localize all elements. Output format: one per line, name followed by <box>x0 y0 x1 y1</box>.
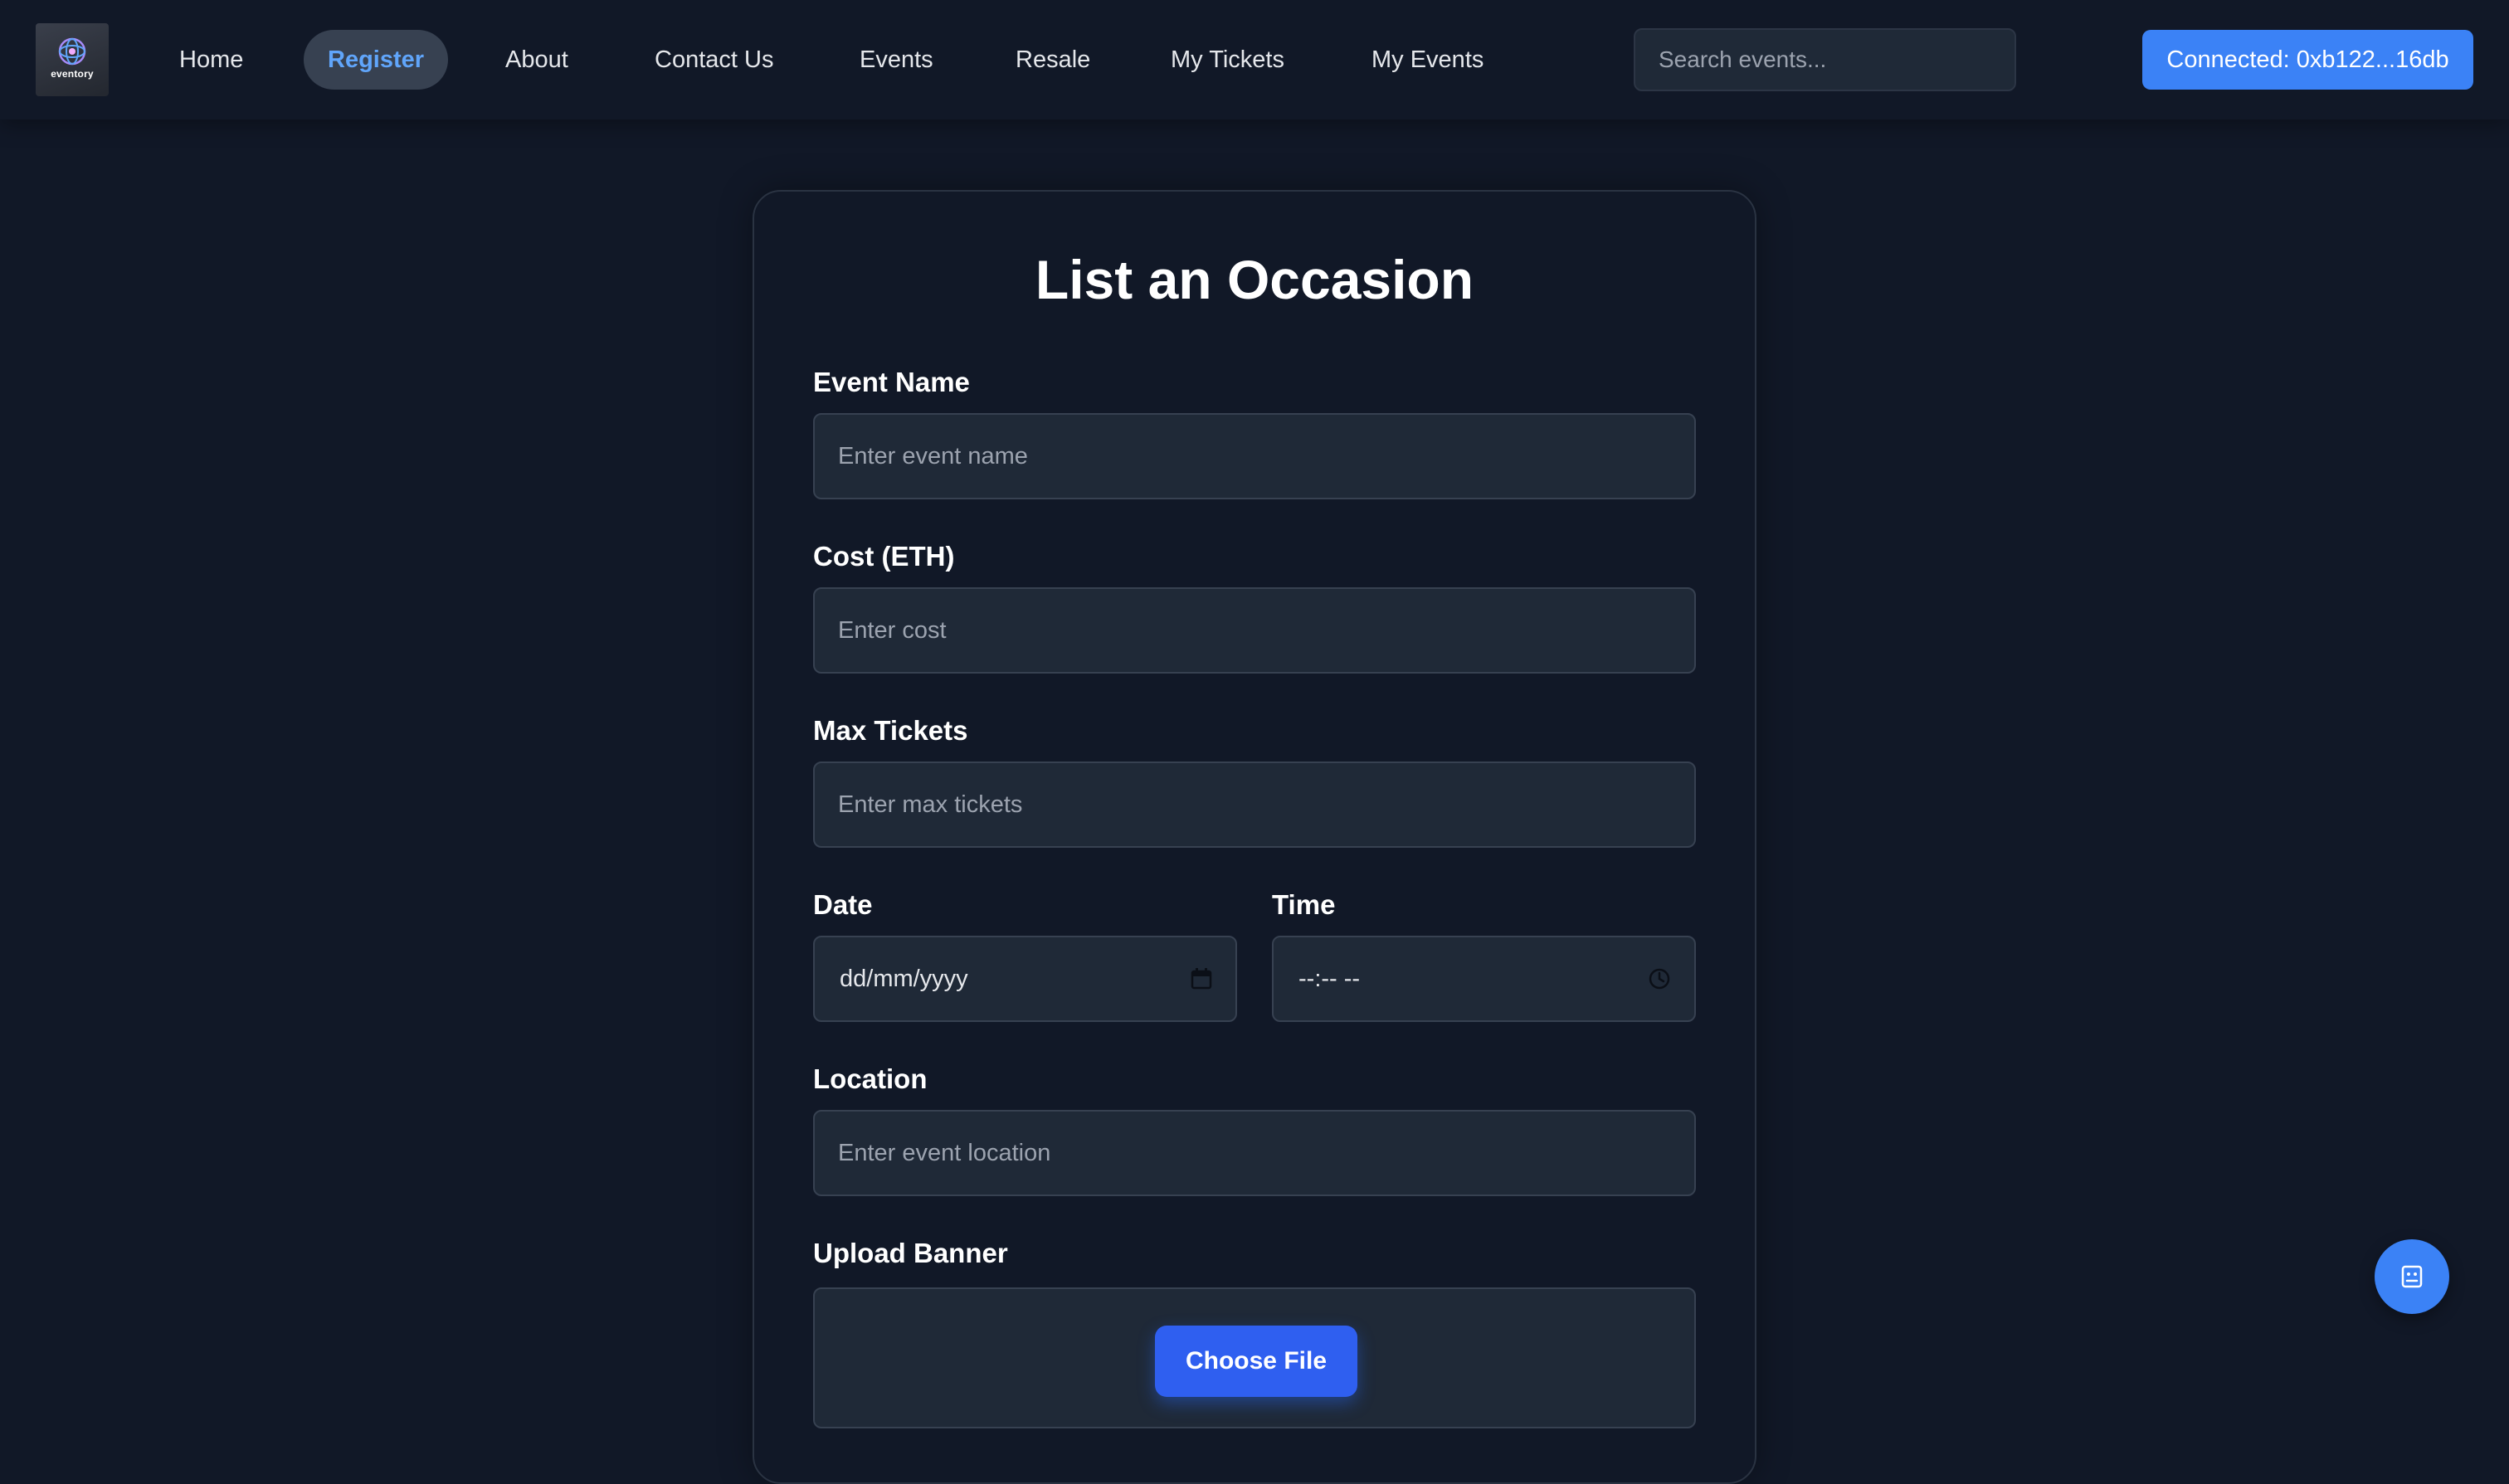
cost-label: Cost (ETH) <box>813 541 955 572</box>
date-input[interactable]: dd/mm/yyyy <box>813 936 1237 1022</box>
time-value: --:-- -- <box>1298 966 1361 992</box>
location-input[interactable] <box>813 1110 1696 1196</box>
nav-about[interactable]: About <box>505 30 568 90</box>
globe-icon <box>58 37 86 66</box>
calendar-icon[interactable] <box>1191 967 1212 990</box>
page-title: List an Occasion <box>1035 249 1474 310</box>
upload-banner-label: Upload Banner <box>813 1238 1008 1268</box>
chat-fab-button[interactable] <box>2375 1239 2449 1314</box>
max-tickets-label: Max Tickets <box>813 715 968 746</box>
event-name-input[interactable] <box>813 413 1696 499</box>
upload-banner-dropzone[interactable]: Choose File <box>813 1287 1696 1428</box>
list-occasion-card: List an Occasion Event Name Cost (ETH) M… <box>753 190 1756 1484</box>
top-navbar: eventory Home Register About Contact Us … <box>0 0 2509 119</box>
logo-text: eventory <box>51 68 94 80</box>
nav-register[interactable]: Register <box>304 30 449 90</box>
search-input[interactable] <box>1634 28 2016 91</box>
chat-icon <box>2401 1265 2423 1288</box>
nav-home[interactable]: Home <box>179 30 243 90</box>
max-tickets-input[interactable] <box>813 761 1696 848</box>
clock-icon[interactable] <box>1648 967 1671 990</box>
date-value: dd/mm/yyyy <box>840 966 968 992</box>
location-label: Location <box>813 1063 928 1094</box>
nav-my-tickets[interactable]: My Tickets <box>1171 30 1284 90</box>
date-label: Date <box>813 889 873 920</box>
nav-events[interactable]: Events <box>860 30 933 90</box>
wallet-connected-button[interactable]: Connected: 0xb122...16db <box>2142 30 2473 90</box>
nav-contact-us[interactable]: Contact Us <box>655 30 773 90</box>
time-input[interactable]: --:-- -- <box>1272 936 1696 1022</box>
event-name-label: Event Name <box>813 367 970 397</box>
cost-input[interactable] <box>813 587 1696 674</box>
time-label: Time <box>1272 889 1336 920</box>
choose-file-button[interactable]: Choose File <box>1155 1326 1357 1397</box>
eventory-logo[interactable]: eventory <box>36 23 109 96</box>
nav-resale[interactable]: Resale <box>1016 30 1090 90</box>
nav-my-events[interactable]: My Events <box>1371 30 1483 90</box>
